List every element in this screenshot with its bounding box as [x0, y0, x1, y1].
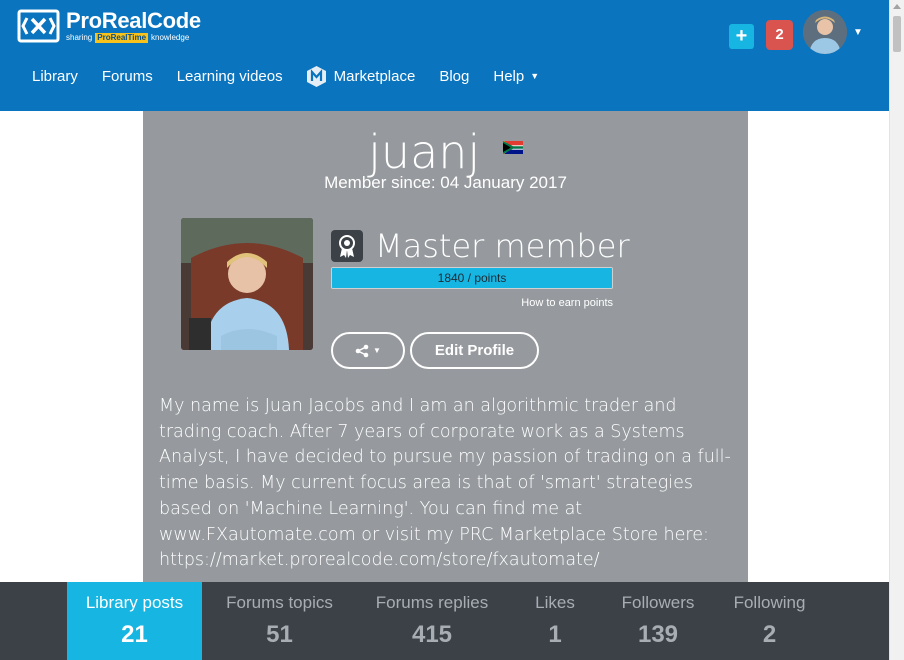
- stat-label: Library posts: [85, 593, 184, 612]
- page-scrollbar[interactable]: [889, 0, 904, 660]
- profile-photo-image: [181, 218, 313, 350]
- stat-library-posts[interactable]: Library posts 21: [67, 582, 202, 660]
- stat-value: 51: [266, 621, 293, 648]
- edit-profile-button[interactable]: Edit Profile: [410, 332, 539, 369]
- member-since: Member since: 04 January 2017: [324, 173, 567, 192]
- prorealcode-logo-icon: [17, 9, 60, 43]
- award-badge-icon: [331, 230, 363, 262]
- brand-tagline: sharing ProRealTime knowledge: [66, 33, 201, 43]
- stat-following[interactable]: Following 2: [722, 582, 817, 660]
- nav-forums[interactable]: Forums: [90, 66, 165, 86]
- nav-learning-videos[interactable]: Learning videos: [165, 66, 295, 86]
- marketplace-m-icon: [306, 65, 326, 87]
- scroll-thumb[interactable]: [893, 16, 901, 52]
- profile-username: juanj: [368, 125, 481, 179]
- profile-bio: My name is Juan Jacobs and I am an algor…: [159, 396, 731, 571]
- site-logo[interactable]: ProRealCode sharing ProRealTime knowledg…: [17, 9, 201, 43]
- scroll-up-arrow-icon[interactable]: [893, 4, 901, 9]
- stat-value: 139: [637, 621, 679, 648]
- rank-row: Master member: [331, 227, 630, 265]
- nav-marketplace[interactable]: Marketplace: [295, 65, 428, 87]
- main-nav: Library Forums Learning videos Marketpla…: [20, 65, 551, 87]
- site-header: ProRealCode sharing ProRealTime knowledg…: [0, 0, 889, 111]
- how-to-earn-points-link[interactable]: How to earn points: [331, 297, 613, 309]
- nav-help[interactable]: Help ▼: [481, 66, 551, 86]
- south-africa-flag-icon: [502, 141, 523, 154]
- stat-value: 2: [762, 621, 777, 648]
- stat-followers[interactable]: Followers 139: [608, 582, 708, 660]
- avatar-image: [803, 10, 847, 54]
- nav-learning-videos-label: Learning videos: [176, 67, 283, 85]
- tagline-pre: sharing: [66, 33, 93, 42]
- share-button[interactable]: ▼: [331, 332, 405, 369]
- tagline-highlight: ProRealTime: [95, 33, 149, 43]
- nav-library[interactable]: Library: [20, 66, 90, 86]
- profile-username-row: juanj: [143, 125, 748, 179]
- nav-marketplace-label: Marketplace: [333, 67, 416, 85]
- stat-value: 21: [121, 621, 148, 648]
- share-caret-icon: ▼: [373, 346, 381, 355]
- user-avatar[interactable]: [803, 10, 847, 54]
- stat-label: Following: [733, 593, 806, 612]
- profile-panel: juanj Member since: 04 January 2017 Mast…: [143, 111, 748, 582]
- nav-forums-label: Forums: [101, 67, 153, 85]
- stat-label: Forums replies: [375, 593, 489, 612]
- nav-help-label: Help: [493, 67, 525, 85]
- stat-value: 1: [548, 621, 562, 648]
- points-text: 1840 / points: [437, 271, 507, 285]
- add-content-button[interactable]: +: [729, 23, 754, 49]
- brand-name: ProRealCode: [66, 8, 201, 33]
- stat-likes[interactable]: Likes 1: [520, 582, 590, 660]
- tagline-post: knowledge: [151, 33, 190, 42]
- user-menu-caret-icon[interactable]: ▼: [853, 27, 863, 38]
- nav-blog[interactable]: Blog: [427, 66, 481, 86]
- stat-value: 415: [411, 621, 453, 648]
- profile-stats-bar: Library posts 21 Forums topics 51 Forums…: [0, 582, 889, 660]
- stat-label: Likes: [535, 593, 575, 612]
- notifications-badge[interactable]: 2: [766, 20, 793, 50]
- rank-title: Master member: [375, 227, 630, 265]
- stat-label: Forums topics: [226, 593, 333, 612]
- profile-photo: [181, 218, 313, 350]
- caret-down-icon: ▼: [530, 71, 540, 81]
- stat-forums-replies[interactable]: Forums replies 415: [362, 582, 502, 660]
- stat-forums-topics[interactable]: Forums topics 51: [212, 582, 347, 660]
- nav-blog-label: Blog: [439, 67, 470, 85]
- share-icon: [355, 344, 369, 357]
- nav-library-label: Library: [32, 67, 78, 85]
- points-progress-bar: 1840 / points: [331, 267, 613, 289]
- stat-label: Followers: [621, 593, 695, 612]
